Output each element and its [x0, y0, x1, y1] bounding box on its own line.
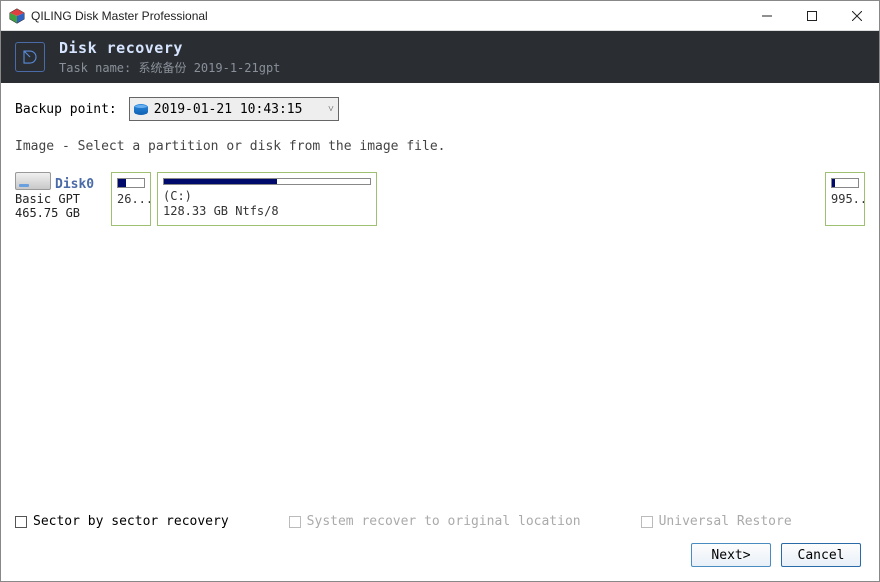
partition-0[interactable]: 26...: [111, 172, 151, 226]
partition-label: 995...: [831, 192, 859, 208]
recovery-icon: [15, 42, 45, 72]
chevron-down-icon: ˅: [328, 104, 334, 115]
disk-type: Basic GPT: [15, 192, 111, 206]
universal-restore-checkbox: Universal Restore: [641, 514, 792, 529]
sector-by-sector-checkbox[interactable]: Sector by sector recovery: [15, 514, 229, 529]
backup-point-value: 2019-01-21 10:43:15: [154, 102, 328, 117]
options-row: Sector by sector recovery System recover…: [15, 510, 865, 543]
page-title: Disk recovery: [59, 39, 280, 57]
partition-label: 26...: [117, 192, 145, 208]
backup-point-select[interactable]: 2019-01-21 10:43:15 ˅: [129, 97, 339, 121]
disk-info[interactable]: Disk0 Basic GPT 465.75 GB: [15, 172, 111, 226]
titlebar: QILING Disk Master Professional: [1, 1, 879, 31]
task-name-line: Task name: 系统备份 2019-1-21gpt: [59, 59, 280, 76]
maximize-button[interactable]: [789, 1, 834, 31]
partition-letter: (C:): [163, 189, 371, 205]
partition-detail: 128.33 GB Ntfs/8: [163, 204, 371, 220]
harddisk-icon: [15, 172, 51, 190]
window-title: QILING Disk Master Professional: [31, 9, 208, 23]
close-button[interactable]: [834, 1, 879, 31]
partition-1[interactable]: (C:) 128.33 GB Ntfs/8: [157, 172, 377, 226]
disk-name: Disk0: [55, 177, 94, 192]
instruction-text: Image - Select a partition or disk from …: [15, 139, 865, 154]
system-recover-checkbox: System recover to original location: [289, 514, 581, 529]
page-header: Disk recovery Task name: 系统备份 2019-1-21g…: [1, 31, 879, 83]
disk-size: 465.75 GB: [15, 206, 111, 220]
checkbox-icon: [15, 516, 27, 528]
checkbox-icon: [641, 516, 653, 528]
cancel-button[interactable]: Cancel: [781, 543, 861, 567]
backup-point-label: Backup point:: [15, 102, 117, 117]
app-logo-icon: [9, 8, 25, 24]
button-row: Next> Cancel: [15, 543, 865, 567]
disk-row: Disk0 Basic GPT 465.75 GB 26... (C:) 128…: [15, 172, 865, 226]
next-button[interactable]: Next>: [691, 543, 771, 567]
partition-2[interactable]: 995...: [825, 172, 865, 226]
minimize-button[interactable]: [744, 1, 789, 31]
disk-icon: [134, 104, 148, 115]
checkbox-icon: [289, 516, 301, 528]
